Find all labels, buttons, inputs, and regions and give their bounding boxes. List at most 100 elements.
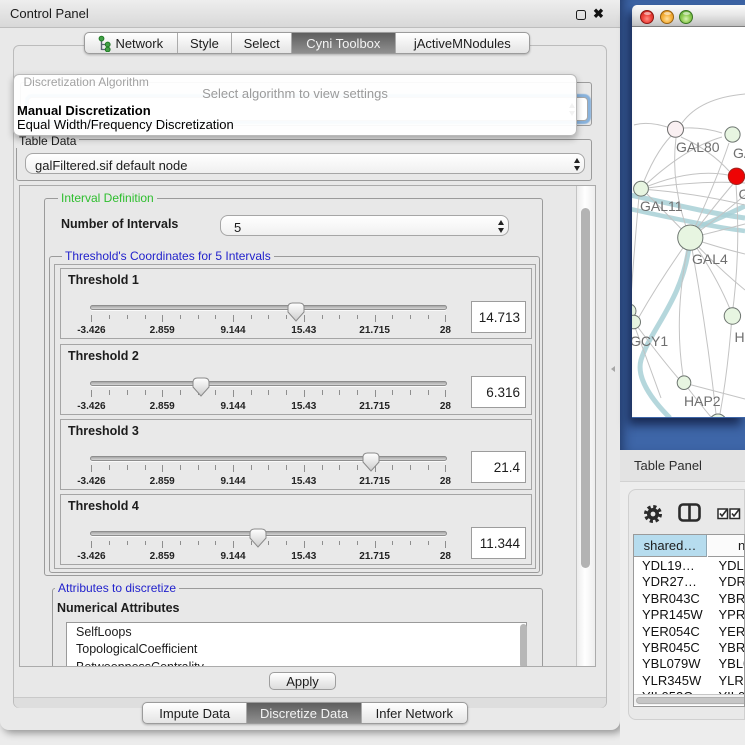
slider-thumb[interactable] <box>192 377 210 397</box>
slider-track[interactable] <box>90 305 447 310</box>
table-row-cell[interactable]: YDL19 <box>719 558 745 573</box>
threshold-panel: Threshold 4-3.4262.8599.14415.4321.71528… <box>60 494 532 565</box>
slider-tick-label: 21.715 <box>359 325 390 336</box>
table-row-cell[interactable]: YBR043C <box>719 591 745 606</box>
table-row-cell[interactable]: YLR345W <box>642 673 701 688</box>
scrollbar-thumb[interactable] <box>581 208 590 568</box>
divider-collapse-icon[interactable] <box>611 366 615 372</box>
slider-tick <box>445 541 446 548</box>
slider-tick-label: -3.426 <box>77 476 105 487</box>
tab-discretize-data[interactable]: Discretize Data <box>247 703 361 723</box>
dropdown-item-equal-width[interactable]: Equal Width/Frequency Discretization <box>17 117 234 132</box>
checkbox-icon[interactable] <box>717 508 729 520</box>
slider-track[interactable] <box>90 531 447 536</box>
apply-button[interactable]: Apply <box>269 672 336 690</box>
slider-tick-label: 9.144 <box>220 476 245 487</box>
tab-infer-network[interactable]: Infer Network <box>362 703 467 723</box>
table-header-name[interactable]: name <box>708 535 745 557</box>
table-row-cell[interactable]: YDL19… <box>642 558 695 573</box>
table-row-cell[interactable]: YBR045C <box>719 640 745 655</box>
tab-style[interactable]: Style <box>178 33 233 53</box>
threshold-panel: Threshold 2-3.4262.8599.14415.4321.71528… <box>60 344 532 415</box>
slider-tick-label: 28 <box>440 325 451 336</box>
tab-impute-data[interactable]: Impute Data <box>143 703 247 723</box>
dropdown-item-manual-discretization[interactable]: Manual Discretization <box>17 103 151 118</box>
slider-tick <box>109 315 110 320</box>
table-row-cell[interactable]: YER054C <box>642 624 700 639</box>
slider-tick <box>215 390 216 395</box>
table-data-combobox[interactable]: galFiltered.sif default node <box>25 153 585 174</box>
tab-jactivemnodules[interactable]: jActiveMNodules <box>396 33 529 53</box>
slider-thumb[interactable] <box>287 302 305 322</box>
slider-tick <box>392 465 393 470</box>
slider-track[interactable] <box>90 381 447 386</box>
tab-label: Discretize Data <box>260 706 348 721</box>
slider-tick <box>322 465 323 470</box>
list-scrollbar-thumb[interactable] <box>520 624 528 668</box>
slider-tick <box>410 315 411 320</box>
slider-tick-label: 2.859 <box>150 401 175 412</box>
gear-icon[interactable] <box>643 504 663 524</box>
list-item[interactable]: BetweennessCentrality <box>76 660 204 667</box>
node-table: shared…name YDL19… YDL19 YDR27… YDR27 YBR043C… <box>633 534 745 707</box>
slider-tick <box>392 315 393 320</box>
close-icon[interactable]: ✖ <box>593 6 604 22</box>
slider-tick <box>357 541 358 546</box>
slider-tick <box>304 390 305 397</box>
slider-track[interactable] <box>90 456 447 461</box>
table-h-scrollbar-thumb[interactable] <box>636 697 745 705</box>
slider-tick <box>91 390 92 397</box>
threshold-value-field[interactable]: 6.316 <box>471 376 526 408</box>
slider-tick <box>322 541 323 546</box>
table-row-cell[interactable]: YPR145W <box>642 607 703 622</box>
table-row-cell[interactable]: YBR043C <box>642 591 700 606</box>
columns-icon[interactable] <box>678 503 702 523</box>
slider-thumb[interactable] <box>362 452 380 472</box>
slider-tick <box>357 315 358 320</box>
slider-tick <box>215 465 216 470</box>
list-item[interactable]: TopologicalCoefficient <box>76 642 197 659</box>
slider-tick-label: 28 <box>440 401 451 412</box>
threshold-value-field[interactable]: 11.344 <box>471 527 526 559</box>
slider-thumb[interactable] <box>249 528 267 548</box>
threshold-value-field[interactable]: 14.713 <box>471 301 526 333</box>
slider-tick-label: 28 <box>440 476 451 487</box>
tab-select[interactable]: Select <box>232 33 292 53</box>
tab-label: Impute Data <box>159 706 230 721</box>
table-row-cell[interactable]: YDR27 <box>719 574 745 589</box>
checkbox-icon[interactable] <box>729 508 741 520</box>
table-h-scrollbar[interactable] <box>634 694 745 705</box>
slider-tick <box>304 541 305 548</box>
list-item[interactable]: SelfLoops <box>76 625 132 642</box>
thresholds-coordinates-group-title: Threshold's Coordinates for 5 Intervals <box>62 250 274 263</box>
slider-tick <box>233 541 234 548</box>
tab-cyni-toolbox[interactable]: Cyni Toolbox <box>292 33 396 53</box>
table-row-cell[interactable]: YBL079W <box>719 656 745 671</box>
table-row-cell[interactable]: YBL079W <box>642 656 701 671</box>
slider-tick <box>180 390 181 395</box>
table-header-shared-name[interactable]: shared… <box>634 535 707 557</box>
table-row-cell[interactable]: YBR045C <box>642 640 700 655</box>
tab-network[interactable]: Network <box>85 33 178 53</box>
table-row-cell[interactable]: YLR345W <box>719 673 745 688</box>
threshold-label: Threshold 3 <box>68 424 139 438</box>
slider-tick-label: -3.426 <box>77 401 105 412</box>
table-row-cell[interactable]: YDR27… <box>642 574 697 589</box>
table-row-cell[interactable]: YPR145W <box>719 607 745 622</box>
slider-tick <box>127 315 128 320</box>
slider-tick <box>215 315 216 320</box>
control-panel-titlebar[interactable] <box>0 0 620 28</box>
threshold-label: Threshold 2 <box>68 349 139 363</box>
slider-tick <box>109 390 110 395</box>
settings-scrollpane: Interval DefinitionNumber of Intervals5T… <box>19 185 596 667</box>
slider-tick <box>233 390 234 397</box>
attributes-list[interactable]: SelfLoopsTopologicalCoefficientBetweenne… <box>66 622 527 668</box>
threshold-value-field[interactable]: 21.4 <box>471 451 526 483</box>
table-row-cell[interactable]: YER054C <box>719 624 745 639</box>
slider-tick-label: 2.859 <box>150 551 175 562</box>
slider-tick <box>109 465 110 470</box>
number-of-intervals-combobox[interactable]: 5 <box>220 215 509 236</box>
slider-tick <box>375 315 376 322</box>
slider-tick <box>162 465 163 472</box>
float-window-icon[interactable] <box>576 10 586 20</box>
